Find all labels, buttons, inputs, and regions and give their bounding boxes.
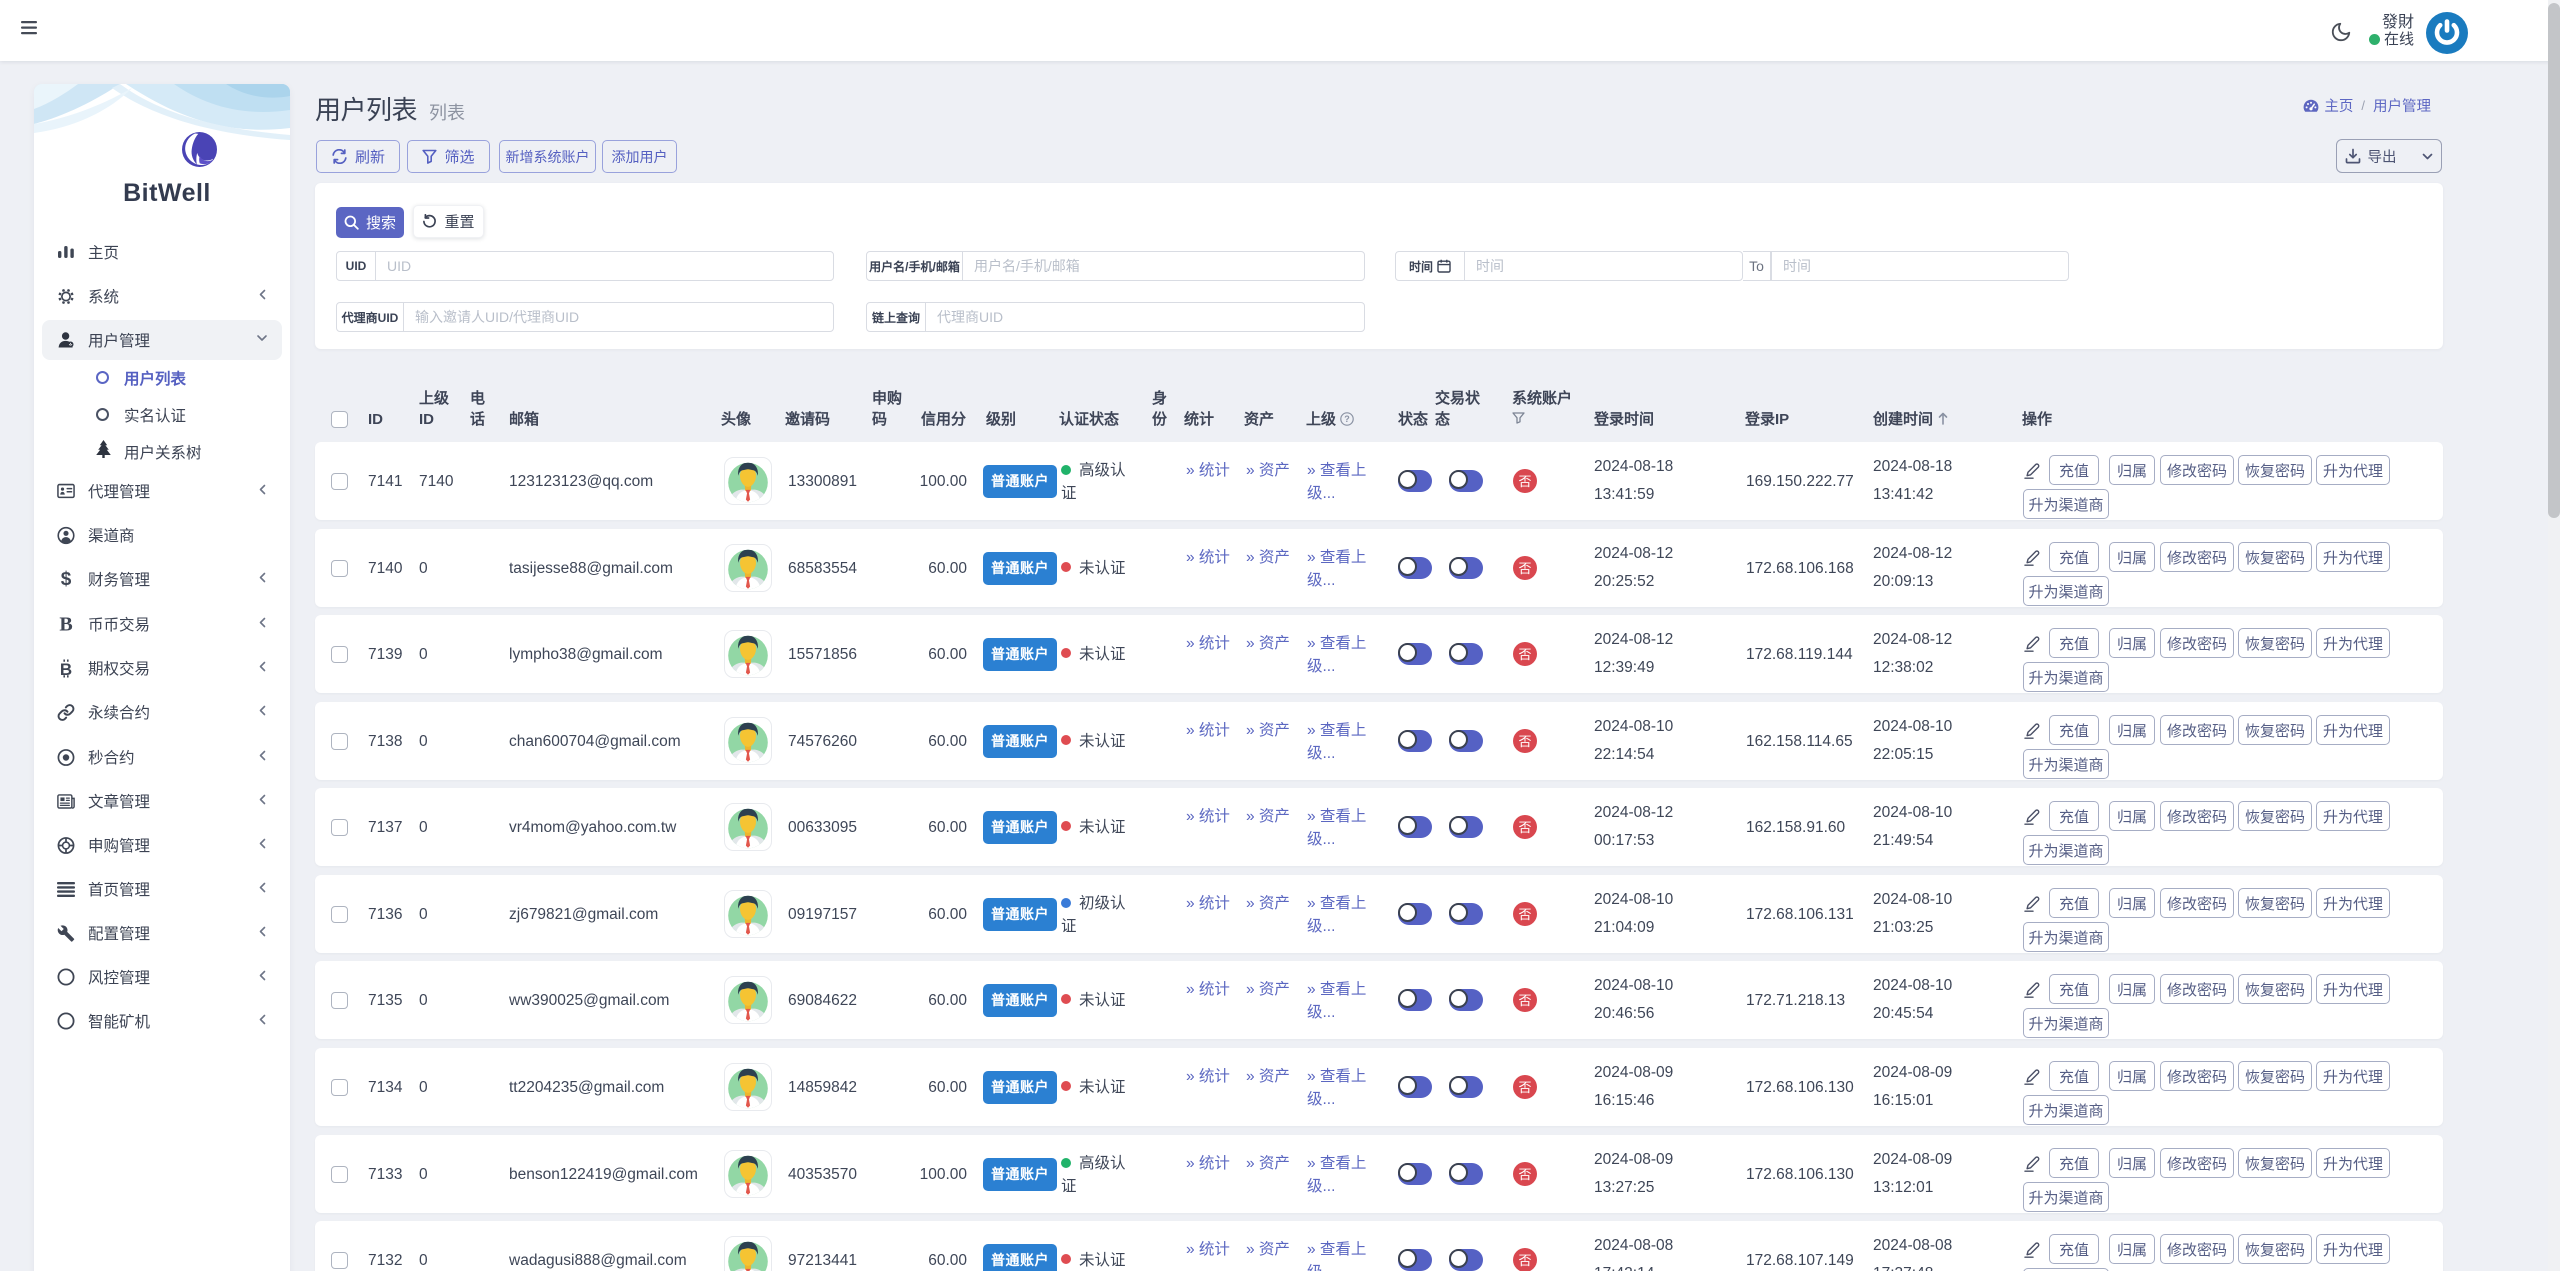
svg-text:B: B	[60, 660, 72, 679]
svg-text:$: $	[61, 569, 72, 589]
svg-text:B: B	[59, 614, 72, 634]
svg-text:?: ?	[1344, 414, 1350, 424]
